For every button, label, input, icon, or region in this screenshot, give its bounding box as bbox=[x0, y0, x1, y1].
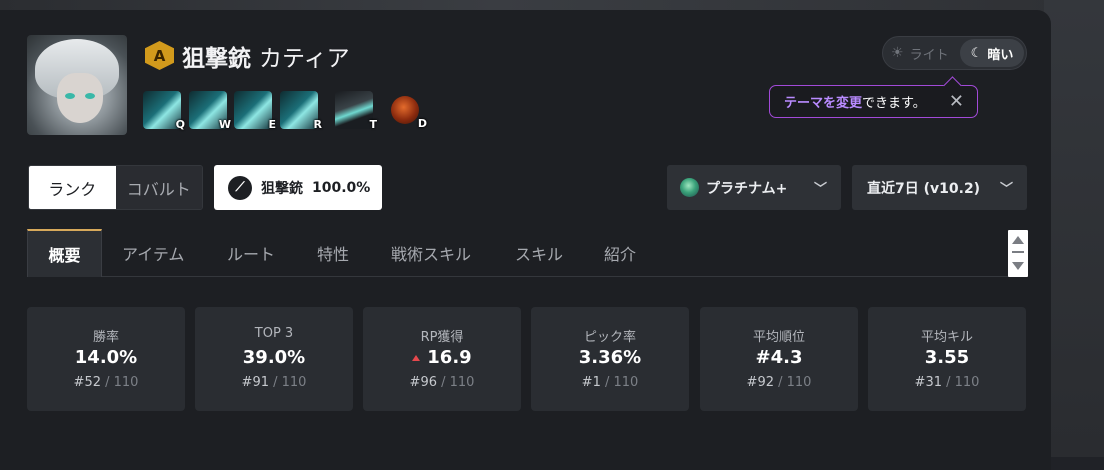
skill-e-icon[interactable]: E bbox=[234, 91, 276, 131]
stat-rank: #52 / 110 bbox=[73, 375, 139, 390]
character-title: 狙撃銃 カティア bbox=[182, 41, 350, 72]
skill-key: T bbox=[369, 118, 377, 131]
portrait-eye bbox=[65, 93, 75, 99]
tab-route[interactable]: ルート bbox=[227, 229, 275, 277]
chevron-down-icon: ﹀ bbox=[999, 182, 1013, 197]
stat-card-rp: RP獲得 16.9 #96 / 110 bbox=[363, 307, 521, 411]
stat-rank: #91 / 110 bbox=[241, 375, 307, 390]
skill-key: R bbox=[313, 118, 322, 131]
theme-dark-label: 暗い bbox=[987, 47, 1014, 63]
skill-t-icon[interactable]: T bbox=[335, 91, 377, 131]
stat-rank: #1 / 110 bbox=[581, 375, 639, 390]
background-right bbox=[1044, 0, 1104, 457]
stat-label: 平均順位 bbox=[752, 330, 805, 345]
stat-value: 3.55 bbox=[924, 347, 970, 368]
theme-toggle: ☀ ライト ☾ 暗い bbox=[882, 36, 1027, 70]
skill-key: D bbox=[417, 117, 427, 130]
stat-rank: #92 / 110 bbox=[746, 375, 812, 390]
sniper-rifle-icon: ⟋ bbox=[228, 175, 252, 200]
theme-light-option[interactable]: ☀ ライト bbox=[891, 37, 949, 69]
stat-label: TOP 3 bbox=[254, 326, 294, 341]
portrait-face bbox=[57, 73, 103, 123]
weapon-filter-label: 狙撃銃 bbox=[261, 180, 303, 197]
platinum-icon bbox=[680, 178, 699, 197]
character-name: カティア bbox=[259, 46, 350, 72]
skill-r-icon[interactable]: R bbox=[280, 91, 322, 131]
mode-rank-button[interactable]: ランク bbox=[29, 166, 116, 209]
tab-scroller[interactable] bbox=[1008, 230, 1028, 277]
stat-label: 平均キル bbox=[920, 330, 973, 345]
stat-rank: #31 / 110 bbox=[914, 375, 980, 390]
stat-card-avg-kills: 平均キル 3.55 #31 / 110 bbox=[868, 307, 1026, 411]
skill-d-icon[interactable]: D bbox=[391, 96, 427, 130]
mode-cobalt-button[interactable]: コバルト bbox=[115, 166, 202, 209]
tooltip-text: できます。 bbox=[862, 96, 926, 111]
tier-dropdown[interactable]: プラチナム+ ﹀ bbox=[667, 165, 841, 210]
tier-dropdown-label: プラチナム+ bbox=[706, 180, 788, 197]
tab-bar: 概要 アイテム ルート 特性 戦術スキル スキル 紹介 bbox=[27, 229, 1026, 277]
stat-label: RP獲得 bbox=[420, 330, 464, 345]
tab-overview[interactable]: 概要 bbox=[27, 229, 102, 277]
character-weapon: 狙撃銃 bbox=[182, 46, 251, 72]
theme-light-label: ライト bbox=[909, 47, 949, 63]
skill-q-icon[interactable]: Q bbox=[143, 91, 185, 131]
skill-w-icon[interactable]: W bbox=[189, 91, 231, 131]
portrait-eye bbox=[85, 93, 95, 99]
period-dropdown-label: 直近7日 (v10.2) bbox=[867, 180, 981, 197]
stat-card-avg-placement: 平均順位 #4.3 #92 / 110 bbox=[700, 307, 858, 411]
tab-skills[interactable]: スキル bbox=[515, 229, 563, 277]
skill-key: Q bbox=[175, 118, 185, 131]
character-portrait bbox=[27, 35, 127, 135]
stat-value: 3.36% bbox=[578, 347, 642, 368]
close-icon[interactable]: ✕ bbox=[949, 92, 964, 112]
scroll-up-icon[interactable] bbox=[1012, 236, 1024, 244]
skill-key: E bbox=[268, 118, 276, 131]
tooltip-highlight: テーマを変更 bbox=[784, 96, 863, 111]
stat-value: 14.0% bbox=[74, 347, 138, 368]
weapon-filter-button[interactable]: ⟋ 狙撃銃 100.0% bbox=[214, 165, 382, 210]
sun-icon: ☀ bbox=[891, 45, 904, 61]
stat-label: ピック率 bbox=[583, 330, 636, 345]
trend-up-icon bbox=[412, 354, 421, 361]
stat-card-winrate: 勝率 14.0% #52 / 110 bbox=[27, 307, 185, 411]
tab-tactical-skill[interactable]: 戦術スキル bbox=[391, 229, 471, 277]
stat-rank: #96 / 110 bbox=[409, 375, 475, 390]
mode-segment: ランク コバルト bbox=[28, 165, 203, 210]
chevron-down-icon: ﹀ bbox=[813, 182, 827, 197]
stat-value: #4.3 bbox=[755, 347, 803, 368]
tab-traits[interactable]: 特性 bbox=[317, 229, 349, 277]
weapon-filter-pct: 100.0% bbox=[312, 179, 371, 196]
theme-dark-option[interactable]: ☾ 暗い bbox=[960, 39, 1024, 67]
tab-items[interactable]: アイテム bbox=[122, 229, 184, 277]
moon-icon: ☾ bbox=[970, 45, 983, 61]
period-dropdown[interactable]: 直近7日 (v10.2) ﹀ bbox=[852, 165, 1027, 210]
stat-label: 勝率 bbox=[92, 330, 119, 345]
stat-card-top3: TOP 3 39.0% #91 / 110 bbox=[195, 307, 353, 411]
stat-value: 16.9 bbox=[363, 347, 521, 368]
skill-key: W bbox=[218, 118, 231, 131]
theme-tooltip: テーマを変更 できます。 ✕ bbox=[769, 85, 978, 118]
stat-card-pickrate: ピック率 3.36% #1 / 110 bbox=[531, 307, 689, 411]
stat-value: 39.0% bbox=[242, 347, 306, 368]
scroll-divider bbox=[1012, 251, 1024, 253]
scroll-down-icon[interactable] bbox=[1012, 262, 1024, 270]
tab-intro[interactable]: 紹介 bbox=[604, 229, 636, 277]
